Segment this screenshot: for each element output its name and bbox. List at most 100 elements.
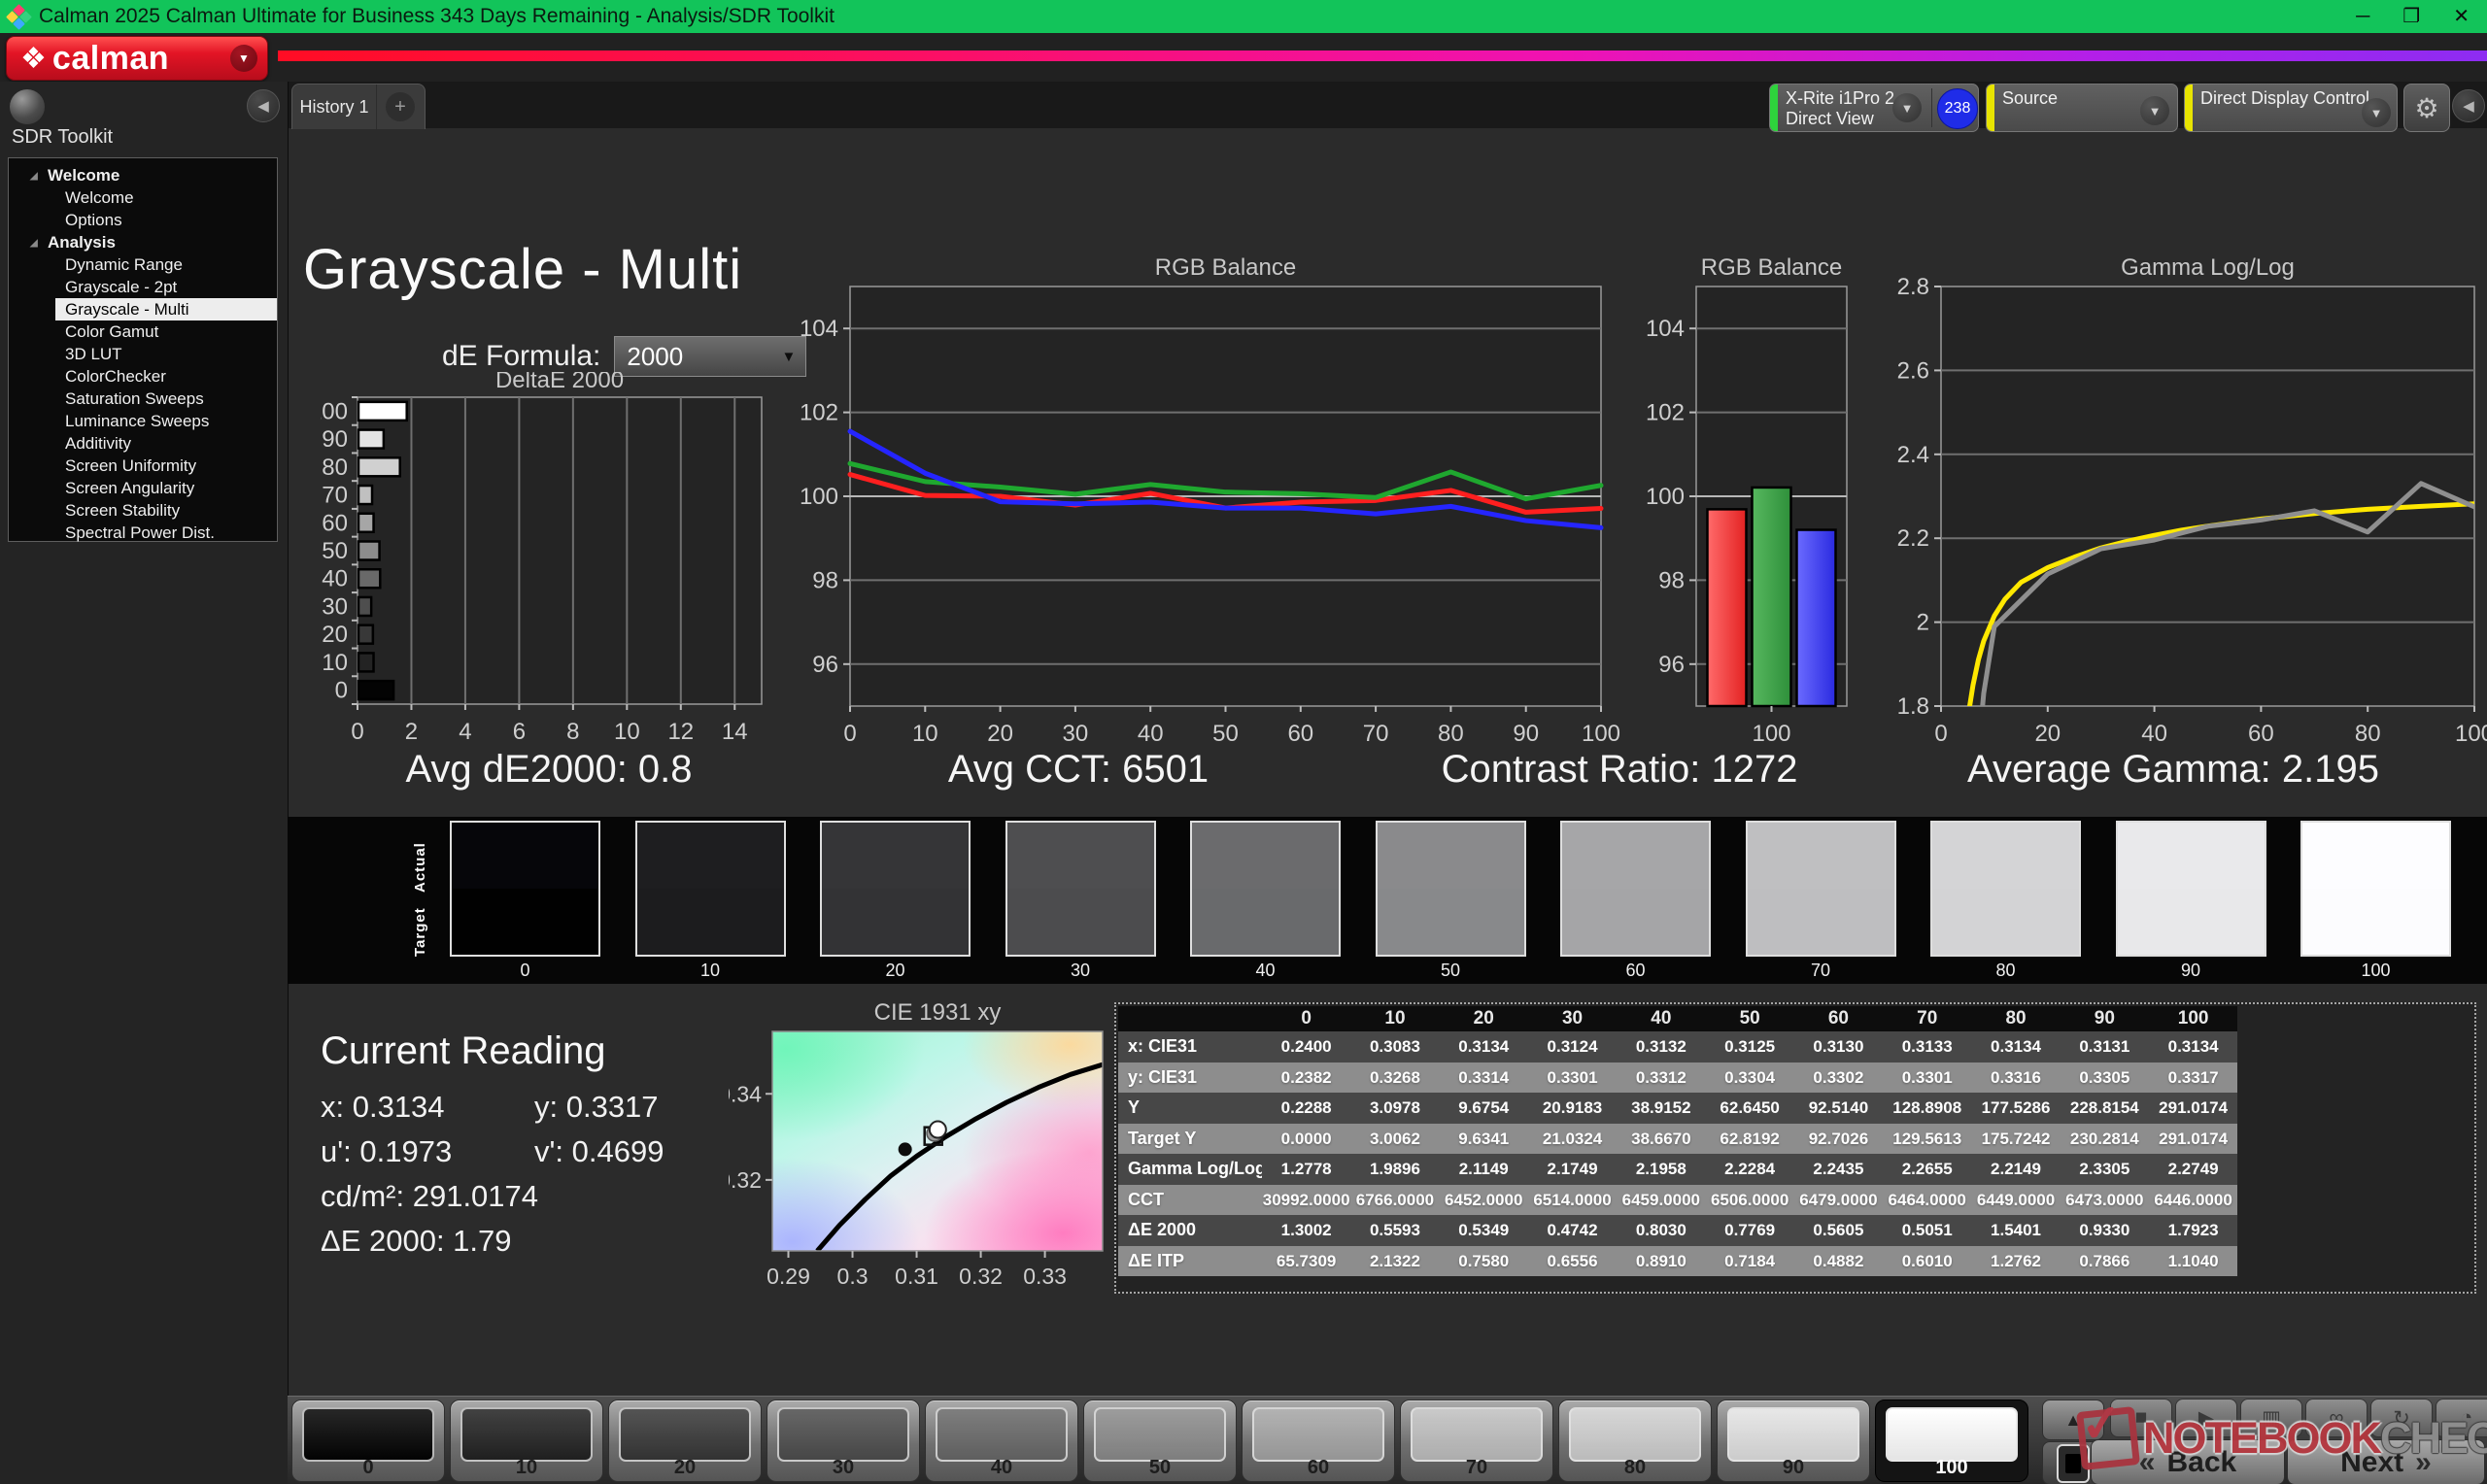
- table-value: 0.4742: [1528, 1215, 1617, 1246]
- de-formula-value: 2000: [627, 342, 683, 372]
- actual-patch: [452, 823, 598, 889]
- patch-button-40[interactable]: 40: [925, 1400, 1078, 1482]
- svg-text:2.4: 2.4: [1897, 442, 1929, 468]
- svg-text:60: 60: [1287, 721, 1313, 747]
- table-value: 21.0324: [1528, 1124, 1617, 1155]
- sidebar-item-welcome[interactable]: ◢Welcome: [9, 164, 277, 186]
- svg-text:0: 0: [1934, 721, 1947, 747]
- tab-history-1[interactable]: History 1: [292, 84, 376, 129]
- svg-text:100: 100: [1582, 721, 1620, 747]
- table-value: 6452.0000: [1440, 1185, 1528, 1216]
- close-button[interactable]: ✕: [2453, 0, 2470, 33]
- table-value: 175.7242: [1971, 1124, 2060, 1155]
- de-formula-dropdown[interactable]: 2000 ▼: [614, 336, 806, 377]
- patch-button-90[interactable]: 90: [1717, 1400, 1870, 1482]
- calman-menu-button[interactable]: ❖ calman ▼: [6, 36, 268, 81]
- table-value: 129.5613: [1883, 1124, 1971, 1155]
- display-control-dropdown[interactable]: Direct Display Control ▼: [2184, 84, 2398, 132]
- minimize-button[interactable]: ─: [2356, 0, 2369, 33]
- sidebar-item-screen-stability[interactable]: Screen Stability: [9, 499, 277, 522]
- svg-text:70: 70: [322, 483, 348, 509]
- sidebar-item-dynamic-range[interactable]: Dynamic Range: [9, 253, 277, 276]
- svg-text:0: 0: [843, 721, 856, 747]
- chevron-down-icon: ▼: [782, 349, 797, 365]
- svg-text:96: 96: [812, 652, 838, 678]
- settings-button[interactable]: ⚙: [2403, 84, 2450, 132]
- table-value: 228.8154: [2061, 1093, 2149, 1124]
- toolbar-button-play[interactable]: ▶: [2175, 1399, 2237, 1437]
- svg-text:0.33: 0.33: [1023, 1264, 1067, 1289]
- sidebar-item-colorchecker[interactable]: ColorChecker: [9, 365, 277, 388]
- patch-button-30[interactable]: 30: [767, 1400, 920, 1482]
- target-patch: [452, 889, 598, 955]
- patch-swatch: [1569, 1407, 1701, 1462]
- patch-label: 100: [1876, 1457, 2027, 1479]
- svg-text:0: 0: [335, 678, 348, 704]
- svg-text:2: 2: [405, 719, 418, 745]
- target-patch: [2118, 889, 2265, 955]
- patch-button-10[interactable]: 10: [450, 1400, 603, 1482]
- page-title: Grayscale - Multi: [303, 237, 742, 302]
- table-value: 3.0062: [1350, 1124, 1439, 1155]
- sidebar-item-grayscale-2pt[interactable]: Grayscale - 2pt: [9, 276, 277, 298]
- patch-swatch: [460, 1407, 593, 1462]
- arrow-up-icon: ▲: [2064, 1410, 2082, 1431]
- table-value: 1.5401: [1971, 1215, 2060, 1246]
- grayscale-swatch-40: [1190, 821, 1341, 957]
- patch-button-50[interactable]: 50: [1083, 1400, 1237, 1482]
- sidebar-item-grayscale-multi[interactable]: Grayscale - Multi: [55, 298, 277, 320]
- chevron-down-icon: ▼: [2362, 98, 2391, 127]
- patch-button-100[interactable]: 100: [1875, 1400, 2028, 1482]
- table-header: 0: [1262, 1006, 1350, 1031]
- source-dropdown[interactable]: Source ▼: [1986, 84, 2178, 132]
- patch-button-80[interactable]: 80: [1558, 1400, 1712, 1482]
- table-value: 0.3268: [1350, 1062, 1439, 1094]
- sidebar-item-additivity[interactable]: Additivity: [9, 432, 277, 455]
- toolbar-button-chart[interactable]: ▥: [2240, 1399, 2302, 1437]
- patch-button-70[interactable]: 70: [1400, 1400, 1553, 1482]
- sidebar-item-analysis[interactable]: ◢Analysis: [9, 231, 277, 253]
- svg-text:DeltaE 2000: DeltaE 2000: [495, 372, 624, 393]
- add-tab-button[interactable]: +: [376, 84, 424, 129]
- sidebar-item-3d-lut[interactable]: 3D LUT: [9, 343, 277, 365]
- sidebar-item-saturation-sweeps[interactable]: Saturation Sweeps: [9, 388, 277, 410]
- patch-page-up-button[interactable]: ▲: [2042, 1400, 2104, 1440]
- panel-collapse-button[interactable]: ◀: [2452, 89, 2485, 122]
- sidebar-item-spectral-power-dist-[interactable]: Spectral Power Dist.: [9, 522, 277, 544]
- next-button[interactable]: Next »: [2287, 1439, 2485, 1484]
- grayscale-strip: Actual Target 0102030405060708090100: [288, 817, 2487, 984]
- sidebar-item-color-gamut[interactable]: Color Gamut: [9, 320, 277, 343]
- target-patch: [1378, 889, 1524, 955]
- table-value: 0.3134: [2149, 1031, 2237, 1062]
- table-value: 0.3302: [1794, 1062, 1883, 1094]
- meter-dropdown[interactable]: X-Rite i1Pro 2 Direct View ▼ 238: [1769, 84, 1979, 132]
- toolbar-button-gauge[interactable]: ◔: [2436, 1399, 2487, 1437]
- table-value: 0.3304: [1705, 1062, 1793, 1094]
- sidebar-item-options[interactable]: Options: [9, 209, 277, 231]
- sidebar-knob-button[interactable]: [10, 89, 45, 124]
- svg-text:96: 96: [1658, 652, 1685, 678]
- svg-text:100: 100: [800, 484, 838, 510]
- patch-button-60[interactable]: 60: [1242, 1400, 1395, 1482]
- current-reading-title: Current Reading: [321, 1029, 606, 1073]
- patch-button-0[interactable]: 0: [291, 1400, 445, 1482]
- toolbar-button-loop[interactable]: ∞: [2305, 1399, 2368, 1437]
- sidebar-collapse-button[interactable]: ◀: [247, 89, 280, 122]
- chevron-left-icon: ◀: [2463, 97, 2474, 115]
- meter-count-badge[interactable]: 238: [1937, 88, 1978, 129]
- stop-icon: ■: [2135, 1406, 2148, 1430]
- sidebar-item-luminance-sweeps[interactable]: Luminance Sweeps: [9, 410, 277, 432]
- toolbar-button-refresh[interactable]: ↻: [2370, 1399, 2433, 1437]
- sidebar-item-welcome[interactable]: Welcome: [9, 186, 277, 209]
- sidebar-item-screen-angularity[interactable]: Screen Angularity: [9, 477, 277, 499]
- expander-icon: ◢: [30, 165, 38, 187]
- toolbar-button-stop[interactable]: ■: [2110, 1399, 2172, 1437]
- patch-button-20[interactable]: 20: [608, 1400, 762, 1482]
- swatch-label: 40: [1190, 961, 1341, 981]
- sidebar-item-screen-uniformity[interactable]: Screen Uniformity: [9, 455, 277, 477]
- chevron-down-icon: ▼: [230, 45, 257, 72]
- back-button[interactable]: « Back: [2091, 1439, 2285, 1484]
- maximize-button[interactable]: ❐: [2402, 0, 2420, 33]
- svg-text:20: 20: [322, 622, 348, 648]
- grayscale-swatch-90: [2116, 821, 2266, 957]
